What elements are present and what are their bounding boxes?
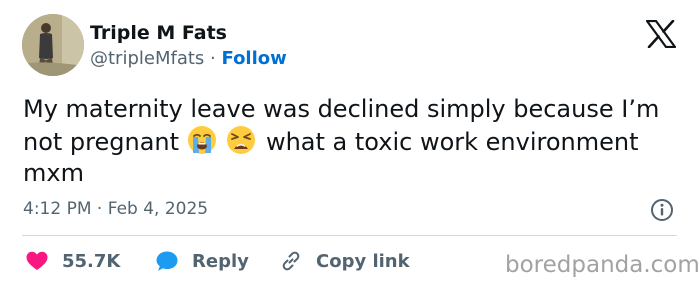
divider	[22, 235, 677, 236]
author-meta: @tripleMfats · Follow	[90, 48, 287, 69]
author-handle[interactable]: @tripleMfats	[90, 48, 204, 69]
watermark: boredpanda.com	[505, 252, 700, 278]
heart-icon	[25, 249, 49, 273]
copy-link-button[interactable]: Copy link	[279, 249, 410, 273]
handle-separator: ·	[210, 48, 216, 69]
like-button[interactable]: 55.7K	[25, 249, 120, 273]
link-icon	[279, 249, 303, 273]
tweet-text: My maternity leave was declined simply b…	[23, 94, 683, 189]
reply-label: Reply	[192, 250, 249, 272]
copy-link-label: Copy link	[316, 250, 410, 272]
follow-button[interactable]: Follow	[222, 48, 287, 69]
avatar[interactable]	[22, 14, 84, 76]
speech-bubble-icon	[155, 249, 179, 273]
weary-face-icon	[226, 125, 256, 155]
reply-button[interactable]: Reply	[155, 249, 249, 273]
timestamp-separator: ·	[96, 199, 103, 219]
tweet-card: Triple M Fats @tripleMfats · Follow My m…	[0, 0, 700, 287]
loudly-crying-face-icon	[187, 125, 217, 155]
x-logo-icon[interactable]	[646, 20, 676, 48]
avatar-photo	[22, 14, 84, 76]
info-icon[interactable]	[650, 198, 674, 222]
tweet-time: 4:12 PM	[23, 199, 92, 219]
like-count: 55.7K	[62, 250, 121, 272]
tweet-date: Feb 4, 2025	[107, 199, 209, 219]
author-name[interactable]: Triple M Fats	[90, 22, 227, 44]
tweet-timestamp[interactable]: 4:12 PM · Feb 4, 2025	[23, 199, 208, 219]
